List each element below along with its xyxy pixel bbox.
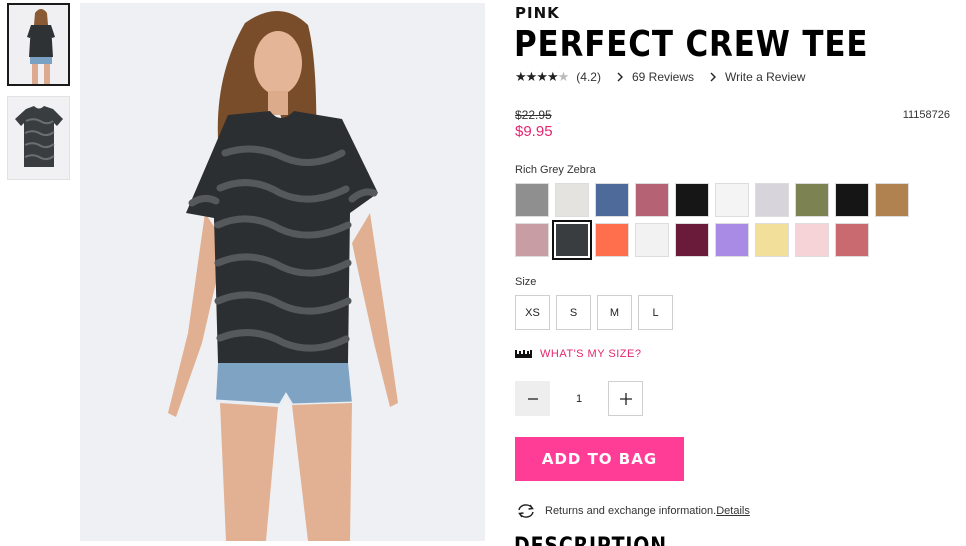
color-swatch-grey-tie-dye[interactable]	[755, 183, 789, 217]
rating-value: (4.2)	[576, 70, 601, 84]
product-title: PERFECT CREW TEE	[514, 24, 869, 65]
rating-row: ★ ★ ★ ★ ★ (4.2) 69 Reviews Write a Revie…	[515, 69, 805, 85]
color-swatch-lavender[interactable]	[715, 223, 749, 257]
brand-label: PINK	[515, 4, 560, 22]
color-swatch-rose[interactable]	[835, 223, 869, 257]
star-icon: ★	[525, 69, 538, 84]
quantity-decrease-button[interactable]	[515, 381, 550, 416]
star-icon: ★	[536, 69, 548, 84]
color-swatch-coral[interactable]	[595, 223, 629, 257]
chevron-right-icon	[617, 72, 624, 82]
thumbnail-flat-image	[8, 97, 69, 179]
color-swatch-stripe[interactable]	[515, 223, 549, 257]
star-icon: ★	[515, 69, 527, 84]
size-option-xs[interactable]: XS	[515, 295, 550, 330]
exchange-arrows-icon	[518, 504, 534, 518]
size-option-m[interactable]: M	[597, 295, 632, 330]
size-label: Size	[515, 276, 537, 288]
color-swatch-black[interactable]	[835, 183, 869, 217]
sale-price: $9.95	[515, 123, 553, 140]
size-guide-label: WHAT'S MY SIZE?	[540, 348, 642, 360]
color-swatch-heather-grey[interactable]	[515, 183, 549, 217]
returns-details-link[interactable]: Details	[716, 505, 750, 517]
chevron-right-icon	[710, 72, 717, 82]
color-swatch-leopard[interactable]	[875, 183, 909, 217]
color-swatch-pale-pink[interactable]	[795, 223, 829, 257]
thumbnail-model-image	[9, 5, 68, 84]
description-heading: DESCRIPTION	[514, 536, 667, 546]
returns-text: Returns and exchange information.	[545, 505, 717, 517]
quantity-value[interactable]: 1	[550, 393, 608, 405]
product-main-image	[80, 3, 485, 541]
selected-color-label: Rich Grey Zebra	[515, 164, 596, 176]
add-to-bag-button[interactable]: ADD TO BAG	[515, 437, 684, 481]
color-swatch-rich-grey-zebra[interactable]	[552, 220, 592, 260]
minus-icon	[527, 397, 538, 400]
reviews-link[interactable]: 69 Reviews	[632, 70, 694, 84]
color-swatch-camo[interactable]	[795, 183, 829, 217]
star-icon: ★	[546, 69, 559, 84]
color-swatch-white[interactable]	[635, 223, 669, 257]
star-rating: ★ ★ ★ ★ ★	[515, 69, 570, 85]
plus-icon	[619, 392, 632, 405]
star-icon: ★	[557, 69, 570, 84]
original-price: $22.95	[515, 108, 552, 122]
ruler-icon	[515, 350, 532, 358]
color-swatch-floral[interactable]	[675, 223, 709, 257]
thumbnail-flat[interactable]	[7, 96, 70, 180]
color-swatch-yellow-tie-dye[interactable]	[755, 223, 789, 257]
thumbnail-model[interactable]	[7, 3, 70, 86]
color-swatch-berry-tie-dye[interactable]	[635, 183, 669, 217]
color-swatch-black-speckle[interactable]	[675, 183, 709, 217]
color-swatch-white-speckle[interactable]	[715, 183, 749, 217]
quantity-stepper: 1	[515, 381, 643, 416]
color-swatch-light-heather[interactable]	[555, 183, 589, 217]
size-option-l[interactable]: L	[638, 295, 673, 330]
size-guide-link[interactable]: WHAT'S MY SIZE?	[515, 348, 641, 360]
size-options: XS S M L	[515, 295, 673, 330]
size-option-s[interactable]: S	[556, 295, 591, 330]
returns-info: Returns and exchange information. Detail…	[515, 502, 750, 520]
product-sku: 11158726	[902, 109, 950, 121]
quantity-increase-button[interactable]	[608, 381, 643, 416]
write-review-link[interactable]: Write a Review	[725, 70, 805, 84]
color-swatch-blue[interactable]	[595, 183, 629, 217]
